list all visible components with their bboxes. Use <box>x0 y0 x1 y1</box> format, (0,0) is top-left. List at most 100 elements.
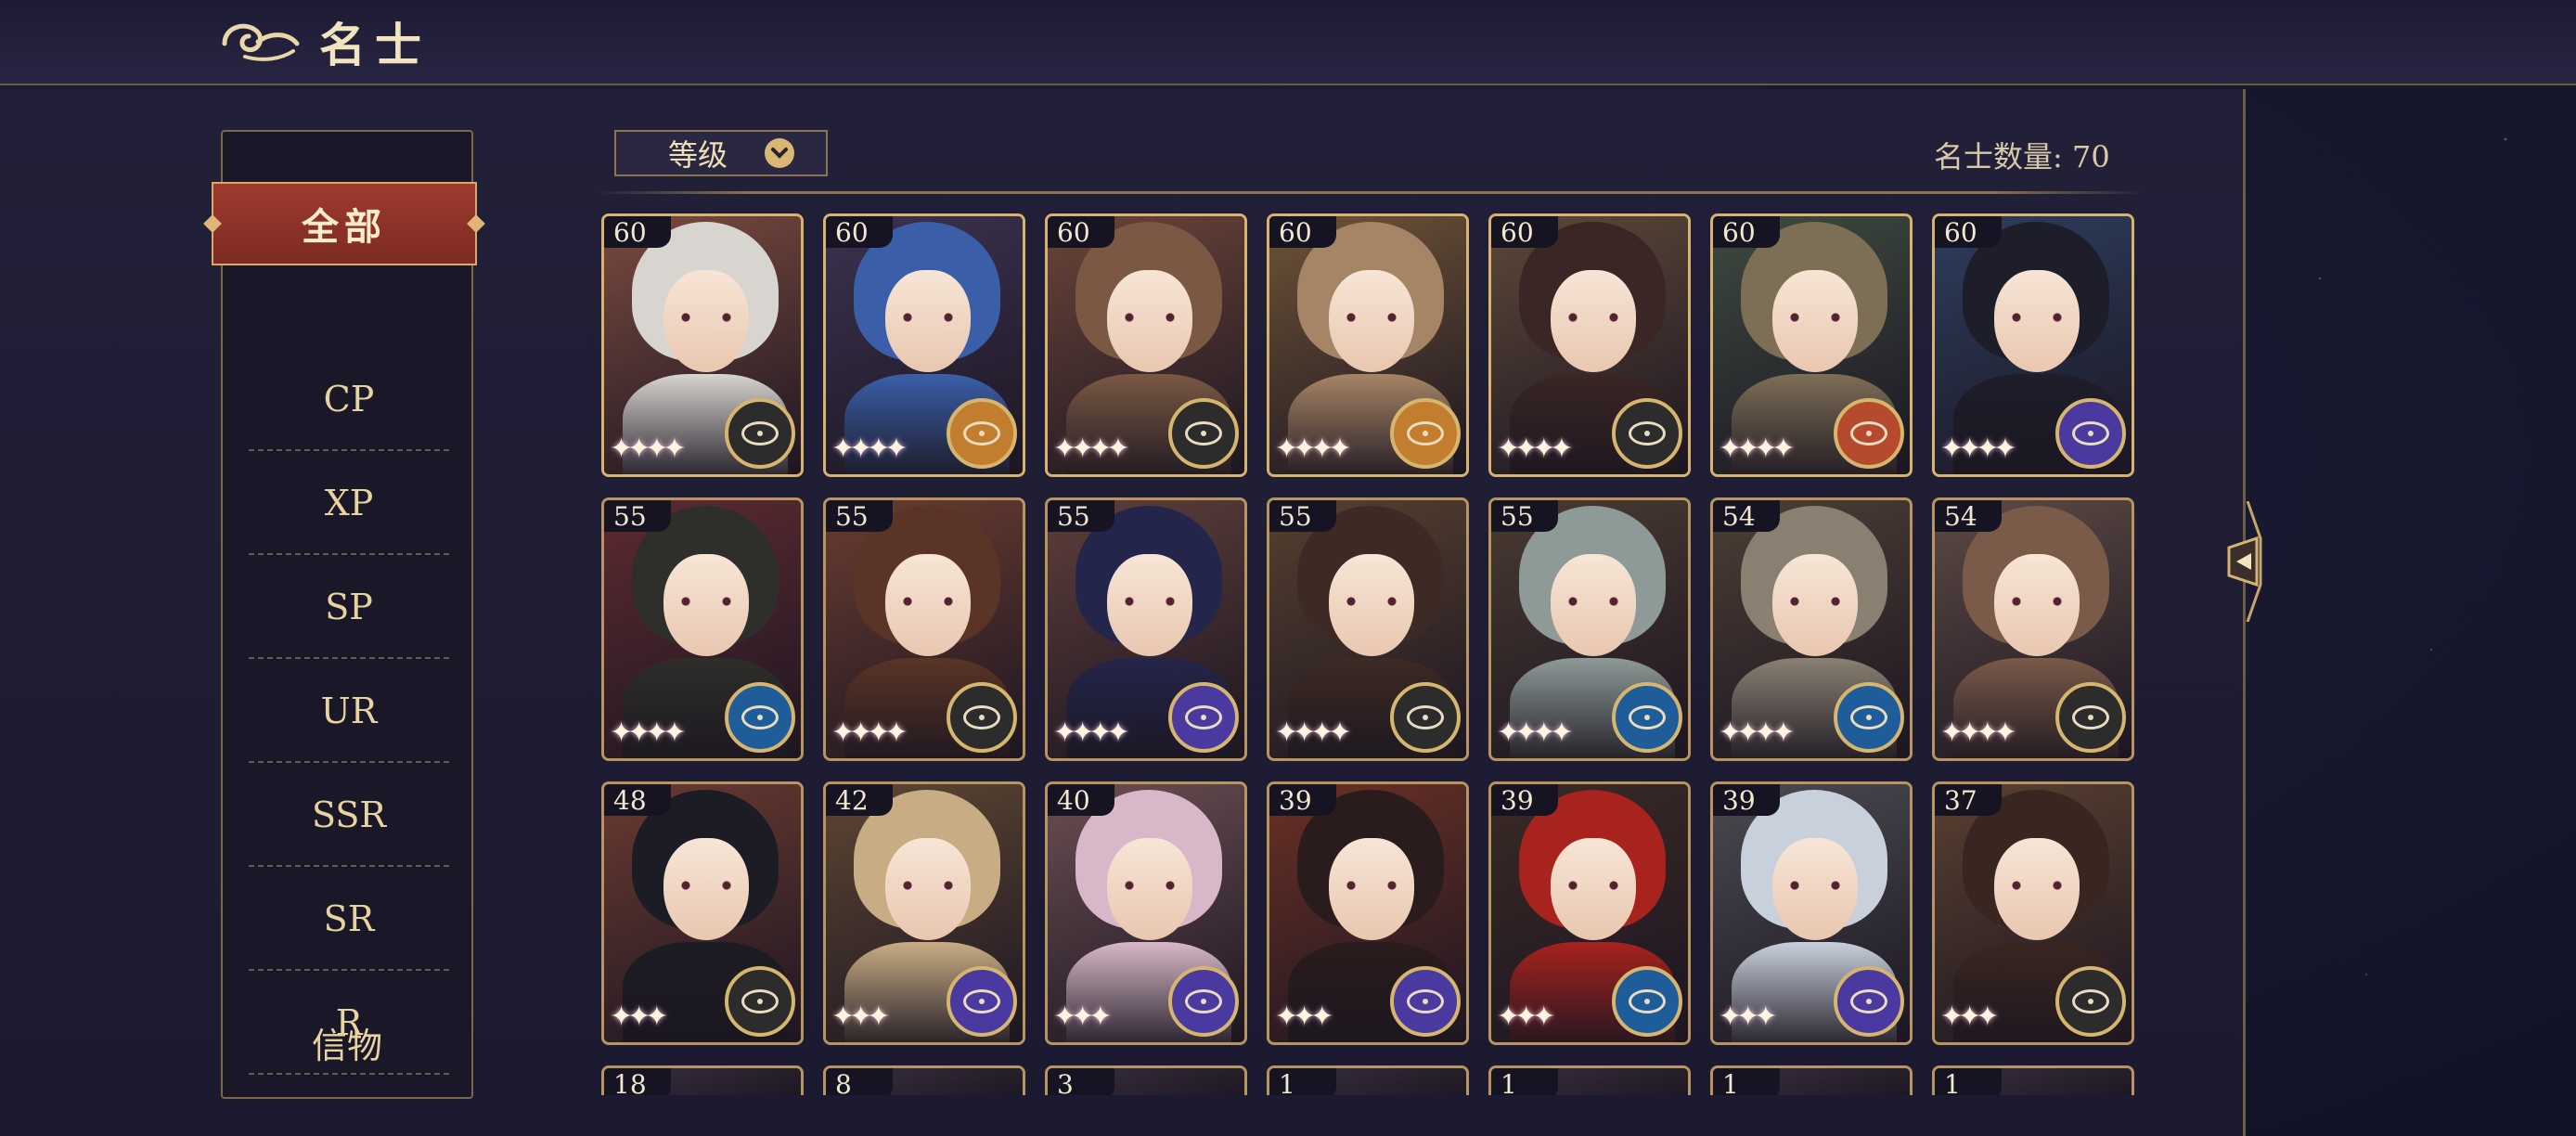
chevron-down-icon <box>765 138 795 168</box>
star-rating: ✦✦✦✦ <box>610 432 687 465</box>
level-label: 39 <box>1269 784 1336 816</box>
character-card[interactable]: ✦✦✦✦ 54 <box>1932 497 2134 761</box>
character-card[interactable]: ✦✦✦✦ 55 <box>601 497 804 761</box>
eye-emblem-icon <box>1629 705 1666 729</box>
sidebar-item-sp[interactable]: SP <box>223 555 475 659</box>
level-label: 39 <box>1713 784 1780 816</box>
sidebar-item-label: 全部 <box>302 205 387 249</box>
star-rating: ✦✦✦✦ <box>1053 716 1130 749</box>
eye-emblem-icon <box>1850 705 1887 729</box>
eye-emblem-icon <box>1629 421 1666 445</box>
level-label: 8 <box>826 1068 893 1095</box>
level-label: 18 <box>604 1068 671 1095</box>
character-card[interactable]: ✦✦✦ 48 <box>601 781 804 1045</box>
portrait-eyes <box>1120 597 1179 606</box>
sidebar-item-ur[interactable]: UR <box>223 659 475 763</box>
triangle-left-icon <box>2227 501 2262 622</box>
character-card[interactable]: 3 <box>1045 1065 1247 1095</box>
faction-badge-icon <box>2055 682 2126 753</box>
character-card[interactable]: ✦✦✦✦ 60 <box>1267 213 1469 477</box>
character-card[interactable]: ✦✦✦ 42 <box>823 781 1025 1045</box>
sidebar-item-ssr[interactable]: SSR <box>223 763 475 867</box>
level-label: 60 <box>1491 216 1558 248</box>
category-sidebar: CP XP SP UR SSR SR R <box>221 130 473 1099</box>
faction-badge-icon <box>947 682 1017 753</box>
portrait-eyes <box>2007 881 2067 890</box>
character-card[interactable]: 1 <box>1932 1065 2134 1095</box>
faction-badge-icon <box>1612 682 1682 753</box>
level-label: 55 <box>604 500 671 532</box>
faction-badge-icon <box>1390 966 1461 1037</box>
portrait-eyes <box>676 313 736 322</box>
star-rating: ✦✦✦✦ <box>1940 716 2017 749</box>
character-card[interactable]: ✦✦✦✦ 60 <box>1710 213 1913 477</box>
level-label: 60 <box>1269 216 1336 248</box>
eye-emblem-icon <box>2072 989 2109 1013</box>
sidebar-item-label: CP <box>323 379 375 420</box>
character-card[interactable]: ✦✦✦ 40 <box>1045 781 1247 1045</box>
portrait-eyes <box>1785 313 1845 322</box>
character-card[interactable]: ✦✦✦ 39 <box>1488 781 1691 1045</box>
character-card[interactable]: ✦✦✦✦ 60 <box>1045 213 1247 477</box>
portrait-eyes <box>1342 881 1401 890</box>
level-label: 60 <box>1713 216 1780 248</box>
portrait-eyes <box>676 881 736 890</box>
character-card[interactable]: ✦✦✦✦ 55 <box>1267 497 1469 761</box>
star-rating: ✦✦✦ <box>1940 1000 1999 1033</box>
character-card[interactable]: ✦✦✦✦ 60 <box>601 213 804 477</box>
eye-emblem-icon <box>963 989 1000 1013</box>
faction-badge-icon <box>725 398 795 469</box>
level-label: 54 <box>1935 500 2002 532</box>
faction-badge-icon <box>725 966 795 1037</box>
star-rating: ✦✦✦ <box>1053 1000 1112 1033</box>
character-card[interactable]: ✦✦✦✦ 60 <box>823 213 1025 477</box>
character-card[interactable]: 1 <box>1267 1065 1469 1095</box>
eye-emblem-icon <box>1185 989 1222 1013</box>
level-label: 48 <box>604 784 671 816</box>
faction-badge-icon <box>1834 966 1904 1037</box>
eye-emblem-icon <box>1850 421 1887 445</box>
sidebar-item-label: SR <box>323 898 375 939</box>
portrait-eyes <box>1564 597 1623 606</box>
sidebar-item-label: SSR <box>311 794 386 835</box>
eye-emblem-icon <box>741 705 779 729</box>
character-card[interactable]: 18 <box>601 1065 804 1095</box>
character-card[interactable]: ✦✦✦✦ 60 <box>1488 213 1691 477</box>
sidebar-item-tokens[interactable]: 信物 <box>221 991 473 1093</box>
sidebar-item-cp[interactable]: CP <box>223 347 475 451</box>
level-label: 42 <box>826 784 893 816</box>
level-label: 60 <box>1935 216 2002 248</box>
character-card[interactable]: 1 <box>1488 1065 1691 1095</box>
character-count: 名士数量: 70 <box>1934 139 2110 174</box>
portrait-eyes <box>1342 313 1401 322</box>
star-rating: ✦✦✦✦ <box>831 716 908 749</box>
character-card[interactable]: ✦✦✦ 37 <box>1932 781 2134 1045</box>
character-card[interactable]: ✦✦✦✦ 55 <box>1488 497 1691 761</box>
sidebar-item-label: XP <box>324 483 374 523</box>
eye-emblem-icon <box>963 421 1000 445</box>
portrait-eyes <box>898 313 958 322</box>
faction-badge-icon <box>1390 398 1461 469</box>
character-card[interactable]: 8 <box>823 1065 1025 1095</box>
star-rating: ✦✦✦✦ <box>1497 716 1574 749</box>
character-card[interactable]: ✦✦✦✦ 54 <box>1710 497 1913 761</box>
level-label: 1 <box>1935 1068 2002 1095</box>
portrait-eyes <box>2007 313 2067 322</box>
character-card[interactable]: ✦✦✦✦ 55 <box>823 497 1025 761</box>
cloud-swirl-icon <box>222 23 300 61</box>
eye-emblem-icon <box>963 705 1000 729</box>
faction-badge-icon <box>1168 682 1239 753</box>
character-card[interactable]: ✦✦✦✦ 60 <box>1932 213 2134 477</box>
sidebar-item-sr[interactable]: SR <box>223 867 475 971</box>
collapse-panel-button[interactable] <box>2220 501 2264 622</box>
sidebar-item-xp[interactable]: XP <box>223 451 475 555</box>
level-label: 60 <box>1048 216 1114 248</box>
sidebar-item-all[interactable]: 全部 <box>212 182 477 265</box>
character-card[interactable]: ✦✦✦ 39 <box>1267 781 1469 1045</box>
character-card[interactable]: ✦✦✦✦ 55 <box>1045 497 1247 761</box>
sort-dropdown[interactable]: 等级 <box>614 130 828 176</box>
portrait-eyes <box>1564 313 1623 322</box>
character-card[interactable]: 1 <box>1710 1065 1913 1095</box>
eye-emblem-icon <box>1407 989 1444 1013</box>
character-card[interactable]: ✦✦✦ 39 <box>1710 781 1913 1045</box>
